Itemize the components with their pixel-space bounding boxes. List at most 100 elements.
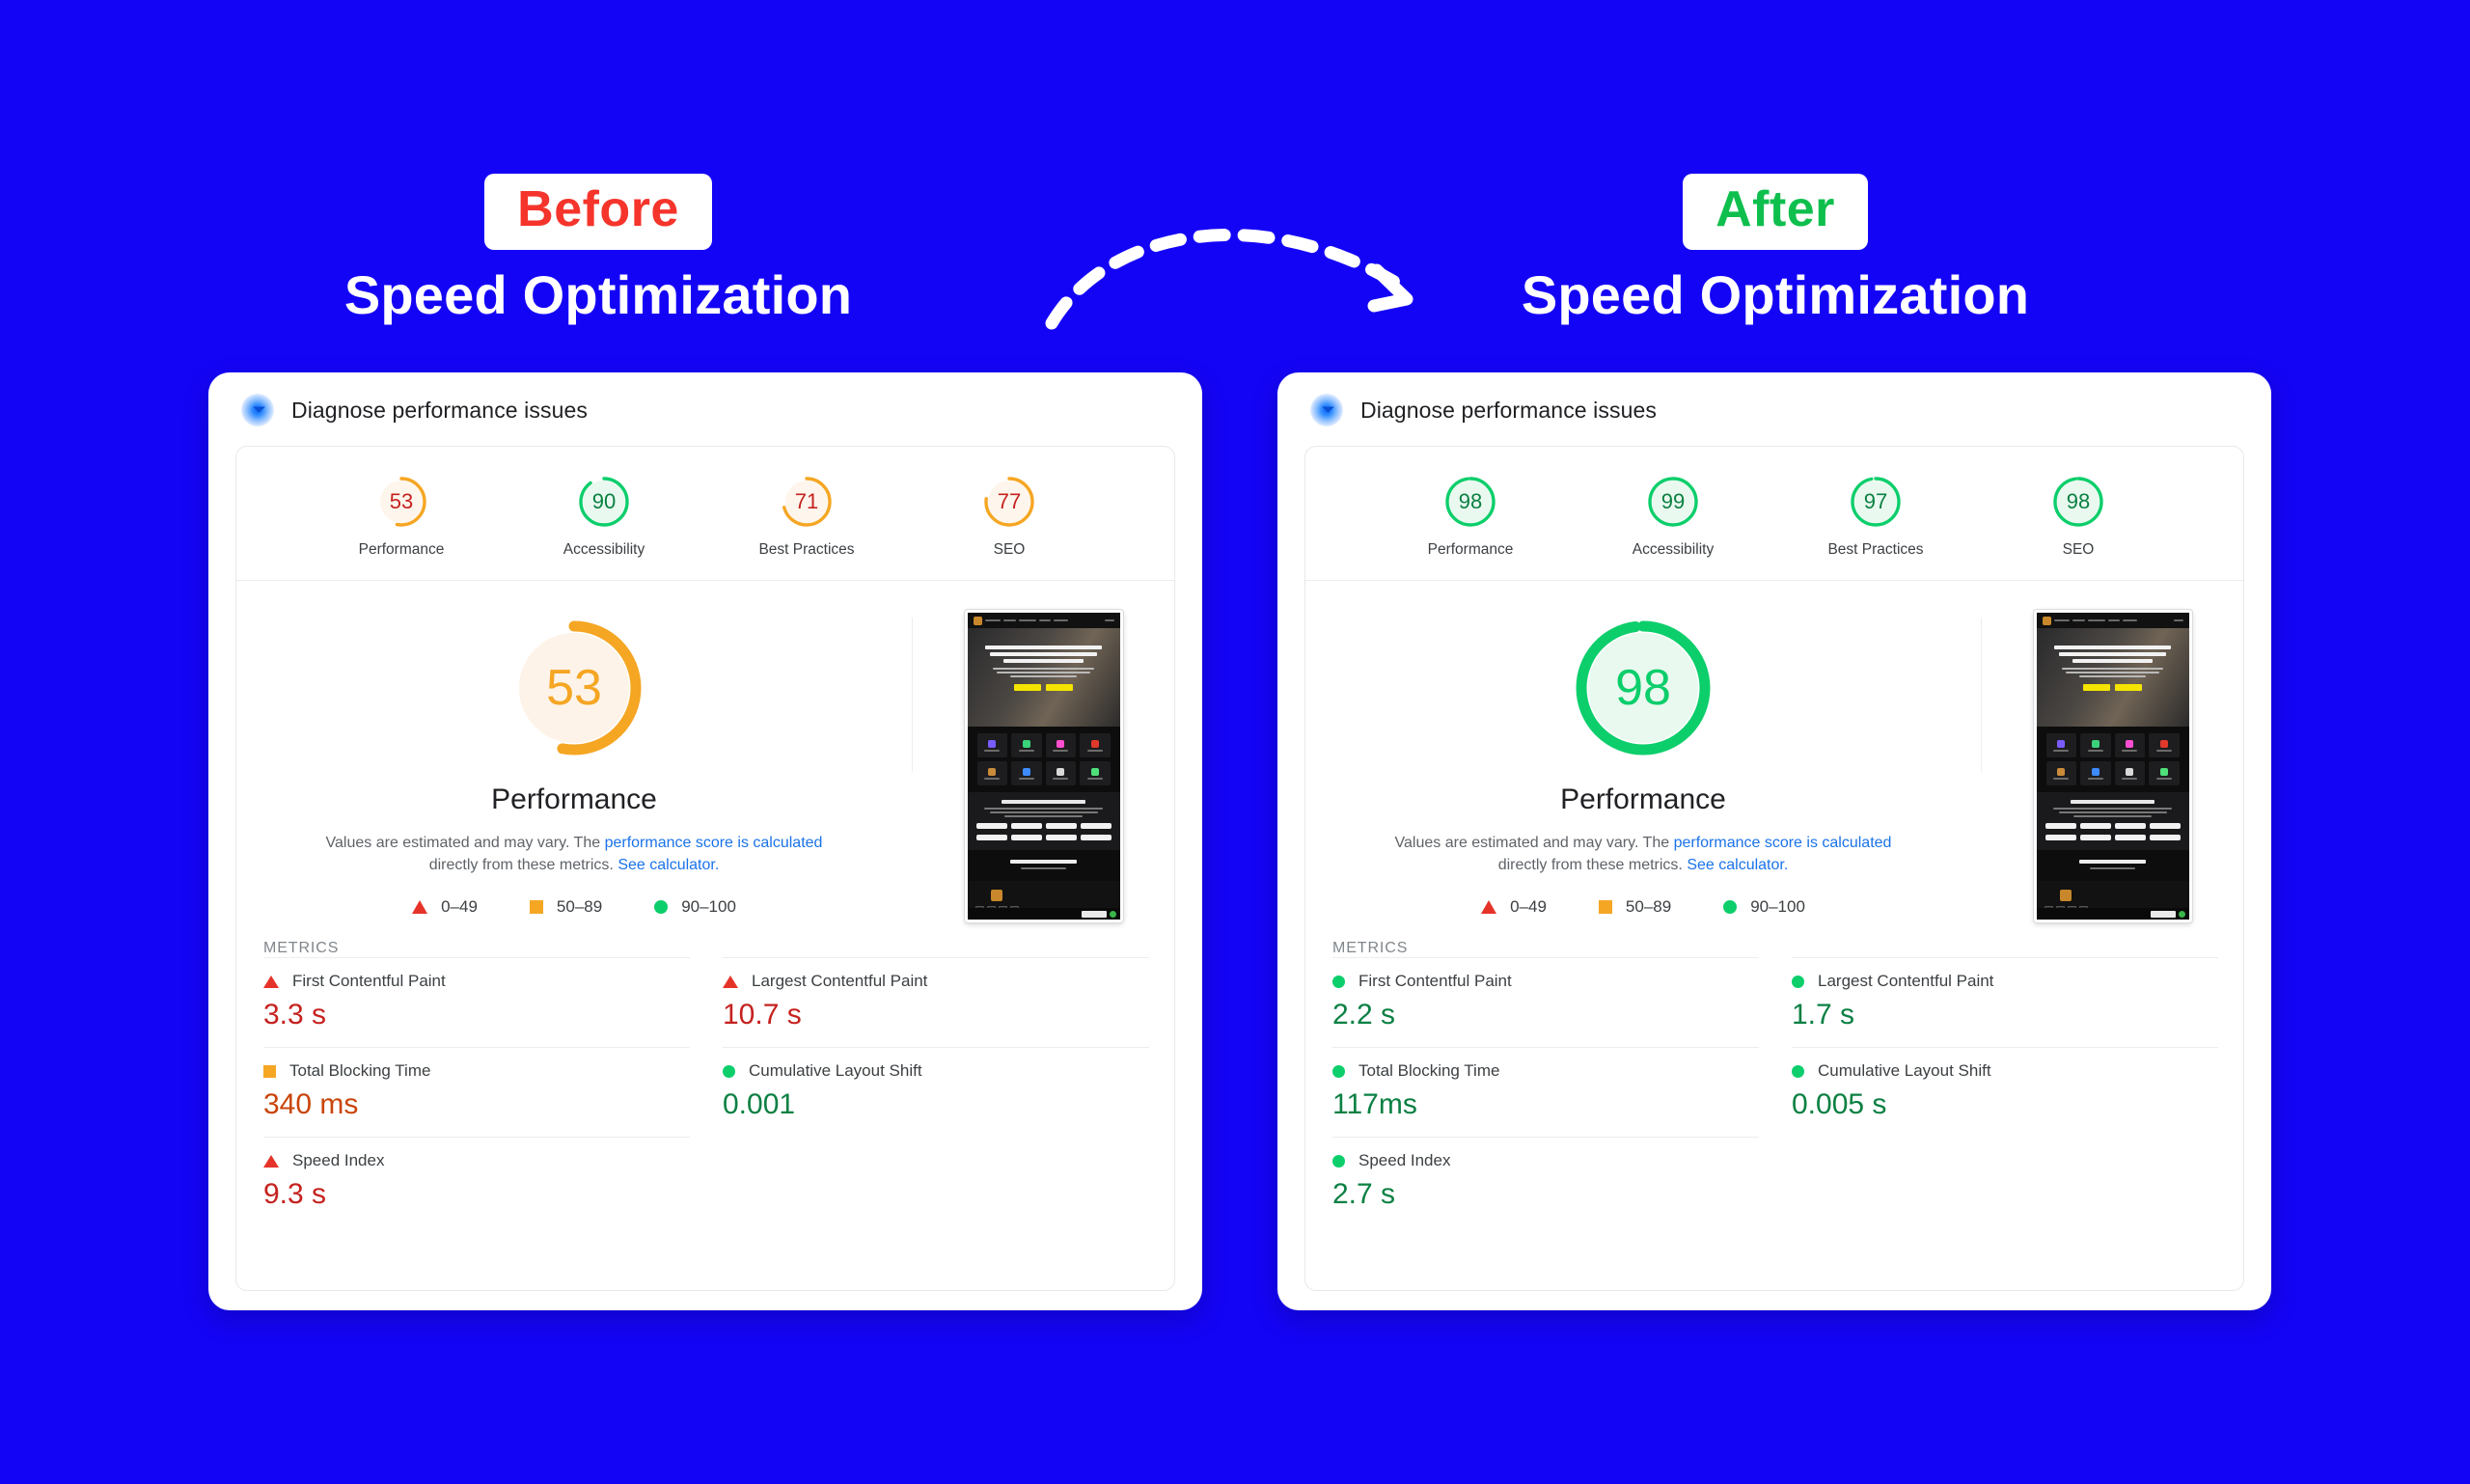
circle-icon xyxy=(1792,1064,1804,1078)
metric-row[interactable]: Speed Index 2.7 s xyxy=(1332,1137,1759,1226)
triangle-icon xyxy=(263,975,279,988)
performance-gauge-large: 98 xyxy=(1569,614,1717,762)
score-legend: 0–49 50–89 90–100 xyxy=(236,897,912,917)
performance-score-value: 98 xyxy=(1615,660,1671,716)
thumb-logo xyxy=(973,616,982,625)
thumb-nav-item xyxy=(984,619,1001,621)
circle-icon xyxy=(654,900,669,915)
legend-item-high: 90–100 xyxy=(654,897,736,917)
score-value: 97 xyxy=(1863,489,1888,513)
thumb-nav-item xyxy=(1104,619,1114,621)
metric-value: 340 ms xyxy=(263,1088,359,1120)
score-value: 53 xyxy=(389,489,414,513)
note-text-2: directly from these metrics. xyxy=(1497,857,1688,874)
circle-icon xyxy=(1332,1064,1345,1078)
metric-row[interactable]: Cumulative Layout Shift 0.001 xyxy=(723,1047,1149,1137)
score-value: 99 xyxy=(1660,489,1686,513)
metric-row[interactable]: Largest Contentful Paint 1.7 s xyxy=(1792,957,2218,1047)
score-label: Performance xyxy=(1427,541,1514,558)
page-screenshot-thumbnail[interactable] xyxy=(964,610,1123,922)
before-subtitle: Speed Optimization xyxy=(343,264,853,326)
score-value: 77 xyxy=(997,489,1022,513)
performance-summary: 98 Performance Values are estimated and … xyxy=(1305,581,1981,922)
metric-row[interactable]: Total Blocking Time 117ms xyxy=(1332,1047,1759,1137)
circle-icon xyxy=(1792,975,1804,988)
report-body: 98 Performance Values are estimated and … xyxy=(1305,581,2243,922)
lighthouse-gauge-icon xyxy=(1310,394,1343,426)
report-body: 53 Performance Values are estimated and … xyxy=(236,581,1174,922)
after-heading-group: After Speed Optimization xyxy=(1331,174,2219,326)
lighthouse-gauge-icon xyxy=(241,394,274,426)
metric-row[interactable]: First Contentful Paint 3.3 s xyxy=(263,957,690,1047)
category-score-performance[interactable]: 53 Performance xyxy=(344,474,458,559)
metric-name: First Contentful Paint xyxy=(292,972,446,990)
legend-label: 50–89 xyxy=(556,897,603,917)
legend-label: 50–89 xyxy=(1625,897,1672,917)
score-value: 71 xyxy=(794,489,819,513)
metric-row[interactable]: First Contentful Paint 2.2 s xyxy=(1332,957,1759,1047)
thumb-nav-item xyxy=(2072,619,2085,621)
metrics-section-label: METRICS xyxy=(1332,940,1409,956)
category-score-best-practices[interactable]: 71 Best Practices xyxy=(750,474,864,559)
thumb-nav-item xyxy=(2122,619,2137,621)
note-text-1: Values are estimated and may vary. The xyxy=(1394,835,1674,851)
circle-icon xyxy=(723,1064,735,1078)
see-calculator-link[interactable]: See calculator. xyxy=(618,857,719,873)
category-score-row: 98 Performance 99 Accessibility 97 Best … xyxy=(1305,447,2243,581)
lighthouse-report-card-after: Diagnose performance issues 98 Performan… xyxy=(1277,372,2271,1310)
metric-name: Cumulative Layout Shift xyxy=(749,1061,922,1080)
before-badge: Before xyxy=(484,174,712,251)
metric-value: 3.3 s xyxy=(263,999,327,1031)
gauge-icon: 98 xyxy=(1442,474,1498,530)
legend-label: 0–49 xyxy=(1510,897,1547,917)
metric-value: 9.3 s xyxy=(263,1178,327,1210)
metric-value: 0.005 s xyxy=(1792,1088,1887,1120)
metric-value: 1.7 s xyxy=(1792,999,1855,1031)
metric-name: Largest Contentful Paint xyxy=(752,972,928,990)
see-calculator-link[interactable]: See calculator. xyxy=(1687,857,1788,873)
thumb-nav-item xyxy=(1053,619,1068,621)
metric-value: 117ms xyxy=(1332,1088,1417,1120)
lighthouse-report-card-before: Diagnose performance issues 53 Performan… xyxy=(208,372,1202,1310)
metric-row[interactable]: Cumulative Layout Shift 0.005 s xyxy=(1792,1047,2218,1137)
metric-name: Total Blocking Time xyxy=(1358,1061,1500,1080)
thumb-nav-item xyxy=(2107,619,2120,621)
category-score-performance[interactable]: 98 Performance xyxy=(1413,474,1527,559)
before-heading-group: Before Speed Optimization xyxy=(251,174,946,326)
category-score-seo[interactable]: 77 SEO xyxy=(952,474,1066,559)
circle-icon xyxy=(1332,1154,1345,1168)
category-score-seo[interactable]: 98 SEO xyxy=(2021,474,2135,559)
card-header-before: Diagnose performance issues xyxy=(208,372,1202,446)
metric-row[interactable]: Total Blocking Time 340 ms xyxy=(263,1047,690,1137)
performance-gauge-large: 53 xyxy=(500,614,648,762)
poster-canvas: Before Speed Optimization After Speed Op… xyxy=(0,0,2470,1484)
metric-name: First Contentful Paint xyxy=(1358,972,1512,990)
score-value: 90 xyxy=(591,489,617,513)
report-panel-after: 98 Performance 99 Accessibility 97 Best … xyxy=(1304,446,2244,1291)
thumb-banner xyxy=(967,850,1120,881)
performance-score-link[interactable]: performance score is calculated xyxy=(605,835,823,851)
thumb-hero xyxy=(967,628,1120,727)
performance-score-link[interactable]: performance score is calculated xyxy=(1674,835,1892,851)
category-score-best-practices[interactable]: 97 Best Practices xyxy=(1819,474,1933,559)
card-header-title: Diagnose performance issues xyxy=(291,397,588,423)
performance-note: Values are estimated and may vary. The p… xyxy=(304,832,844,876)
category-score-accessibility[interactable]: 90 Accessibility xyxy=(547,474,661,559)
thumb-nav-item xyxy=(2173,619,2183,621)
triangle-icon xyxy=(1481,900,1497,915)
after-subtitle: Speed Optimization xyxy=(1521,264,2030,326)
metric-row[interactable]: Largest Contentful Paint 10.7 s xyxy=(723,957,1149,1047)
gauge-icon: 90 xyxy=(576,474,632,530)
category-score-accessibility[interactable]: 99 Accessibility xyxy=(1616,474,1730,559)
thumb-hero xyxy=(2036,628,2189,727)
gauge-icon: 99 xyxy=(1645,474,1701,530)
metric-row[interactable]: Speed Index 9.3 s xyxy=(263,1137,690,1226)
page-screenshot-thumbnail[interactable] xyxy=(2033,610,2192,922)
thumb-navbar xyxy=(967,613,1120,628)
thumb-bottom-bar xyxy=(967,908,1120,920)
metrics-section-label: METRICS xyxy=(263,940,340,956)
triangle-icon xyxy=(723,975,738,988)
category-score-row: 53 Performance 90 Accessibility 71 Best … xyxy=(236,447,1174,581)
square-icon xyxy=(263,1064,276,1078)
legend-item-high: 90–100 xyxy=(1723,897,1805,917)
